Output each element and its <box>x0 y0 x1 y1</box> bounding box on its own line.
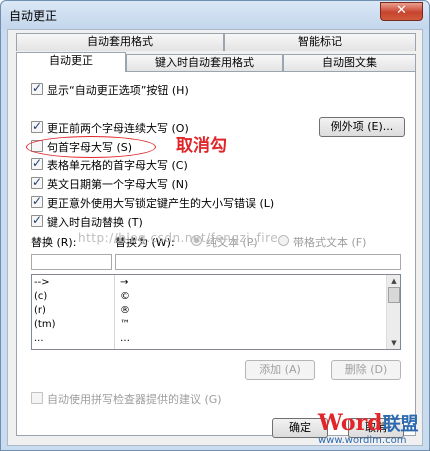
list-item-to: ™ <box>120 319 130 330</box>
spell-suggestions-label: 自动使用拼写检查器提供的建议 (G) <box>47 393 222 406</box>
logo-word: Word <box>318 410 383 436</box>
replacement-list[interactable]: --> → (c) © (r) ® (tm) ™ ... … ▲ ▼ <box>31 274 401 350</box>
list-item[interactable]: (tm) ™ <box>32 318 400 331</box>
tab-smart-tags[interactable]: 智能标记 <box>224 33 416 51</box>
show-buttons-label: 显示“自动更正选项”按钮 (H) <box>47 84 189 97</box>
list-item[interactable]: (c) © <box>32 290 400 303</box>
two-initial-caps-label: 更正前两个字母连续大写 (O) <box>47 122 189 135</box>
autocorrect-panel: 显示“自动更正选项”按钮 (H) 更正前两个字母连续大写 (O) 例外项 (E)… <box>16 71 416 436</box>
site-logo: Word联盟 <box>318 410 419 436</box>
watermark-text: http://blog.csdn.net/fengzi_fire <box>78 231 279 245</box>
list-item-to: ® <box>120 305 130 316</box>
tab-autoformat[interactable]: 自动套用格式 <box>16 33 224 51</box>
tab-autoformat-as-you-type[interactable]: 键入时自动套用格式 <box>126 54 283 72</box>
list-item[interactable]: --> → <box>32 276 400 289</box>
caps-lock-checkbox[interactable] <box>31 194 43 208</box>
two-initial-caps-checkbox[interactable] <box>31 119 43 133</box>
list-item-to: → <box>120 277 129 288</box>
close-button[interactable]: ✕ <box>380 2 423 21</box>
replace-label: 替换 (R): <box>31 236 77 249</box>
replace-as-type-label: 键入时自动替换 (T) <box>47 216 143 229</box>
logo-league: 联盟 <box>382 414 419 435</box>
list-item-from: (tm) <box>34 319 56 330</box>
title-bar[interactable]: 自动更正 ✕ <box>1 1 429 29</box>
scroll-thumb[interactable] <box>388 287 400 303</box>
tab-autocorrect[interactable]: 自动更正 <box>16 52 126 72</box>
list-scrollbar[interactable]: ▲ ▼ <box>386 275 400 349</box>
list-item[interactable]: ... … <box>32 332 400 345</box>
list-item-from: (c) <box>34 291 48 302</box>
logo-url: www.wordlm.com <box>318 435 407 446</box>
window-title: 自动更正 <box>9 9 58 23</box>
highlight-oval <box>26 136 156 158</box>
replace-input[interactable] <box>31 254 112 270</box>
replace-with-input[interactable] <box>115 254 401 270</box>
list-item-from: ... <box>34 333 44 344</box>
scroll-down-icon[interactable]: ▼ <box>388 337 400 349</box>
capitalize-table-cells-checkbox[interactable] <box>31 156 43 170</box>
show-buttons-checkbox[interactable] <box>31 81 43 95</box>
scroll-up-icon[interactable]: ▲ <box>388 275 400 287</box>
list-item-to: © <box>120 291 130 302</box>
list-item[interactable]: (r) ® <box>32 304 400 317</box>
formatted-text-label: 带格式文本 (F) <box>293 236 367 249</box>
caps-lock-label: 更正意外使用大写锁定键产生的大小写错误 (L) <box>47 197 275 210</box>
tab-autotext[interactable]: 自动图文集 <box>283 54 416 72</box>
capitalize-day-names-checkbox[interactable] <box>31 175 43 189</box>
list-item-from: --> <box>34 277 50 288</box>
add-button[interactable]: 添加 (A) <box>245 360 315 380</box>
exceptions-button[interactable]: 例外项 (E)... <box>319 117 405 137</box>
annotation-text: 取消勾 <box>176 136 227 156</box>
capitalize-table-cells-label: 表格单元格的首字母大写 (C) <box>47 159 188 172</box>
replace-as-type-checkbox[interactable] <box>31 213 43 227</box>
spell-suggestions-checkbox[interactable] <box>31 392 43 404</box>
autocorrect-dialog: 自动更正 ✕ 自动套用格式 智能标记 自动更正 键入时自动套用格式 自动图文集 … <box>0 0 430 451</box>
list-item-from: (r) <box>34 305 46 316</box>
capitalize-day-names-label: 英文日期第一个字母大写 (N) <box>47 178 189 191</box>
delete-button[interactable]: 删除 (D) <box>331 360 401 380</box>
formatted-text-radio[interactable] <box>278 235 289 246</box>
list-item-to: … <box>120 333 130 344</box>
